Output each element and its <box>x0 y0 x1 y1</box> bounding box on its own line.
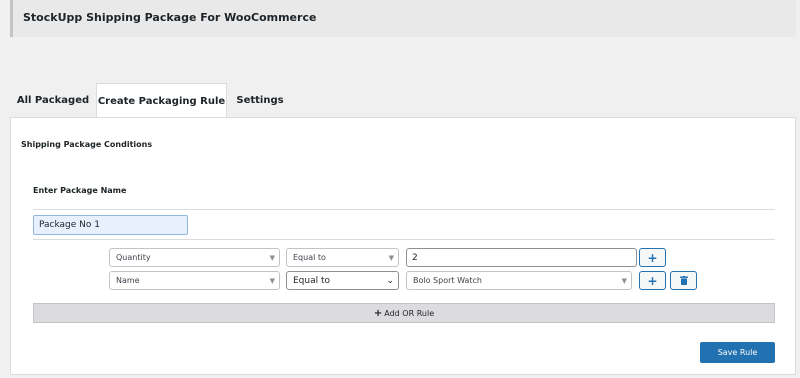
plus-icon: + <box>373 307 383 319</box>
divider <box>33 239 775 240</box>
chevron-down-icon: ▼ <box>621 276 627 285</box>
save-rule-button[interactable]: Save Rule <box>700 342 775 363</box>
rule-operator-select[interactable]: Equal to ▼ <box>286 248 399 267</box>
rule-field-value: Quantity <box>116 253 151 262</box>
add-or-rule-label: Add OR Rule <box>384 308 435 318</box>
chevron-down-icon: ▼ <box>388 253 394 262</box>
plus-icon: + <box>647 250 658 265</box>
tab-all-packaged[interactable]: All Packaged <box>10 83 96 117</box>
trash-icon <box>679 276 688 285</box>
rule-field-select[interactable]: Quantity ▼ <box>109 248 280 267</box>
rule-operator-select[interactable]: Equal to ⌄ <box>286 271 399 290</box>
page-title: StockUpp Shipping Package For WooCommerc… <box>23 11 317 24</box>
add-and-condition-button[interactable]: + <box>639 271 666 290</box>
tab-create-packaging-rule[interactable]: Create Packaging Rule <box>96 83 227 118</box>
rule-field-select[interactable]: Name ▼ <box>109 271 280 290</box>
rule-field-value: Name <box>116 276 140 285</box>
rule-value-text: 2 <box>412 252 418 263</box>
divider <box>33 209 775 210</box>
page-header: StockUpp Shipping Package For WooCommerc… <box>10 0 796 37</box>
delete-condition-button[interactable] <box>670 271 697 290</box>
rule-value-input[interactable]: 2 <box>406 248 637 267</box>
tab-settings[interactable]: Settings <box>227 83 293 117</box>
rule-value-text: Bolo Sport Watch <box>413 276 482 285</box>
rule-value-select[interactable]: Bolo Sport Watch ▼ <box>406 271 632 290</box>
add-or-rule-button[interactable]: + Add OR Rule <box>33 303 775 323</box>
add-and-condition-button[interactable]: + <box>639 248 666 267</box>
chevron-down-icon: ⌄ <box>386 275 394 286</box>
section-title: Shipping Package Conditions <box>21 140 153 149</box>
rule-operator-value: Equal to <box>293 275 331 286</box>
plus-icon: + <box>647 273 658 288</box>
chevron-down-icon: ▼ <box>269 276 275 285</box>
chevron-down-icon: ▼ <box>269 253 275 262</box>
rule-operator-value: Equal to <box>293 253 326 262</box>
rule-form-panel: Shipping Package Conditions Enter Packag… <box>10 117 796 375</box>
package-name-input[interactable] <box>33 215 188 235</box>
package-name-label: Enter Package Name <box>33 186 127 195</box>
